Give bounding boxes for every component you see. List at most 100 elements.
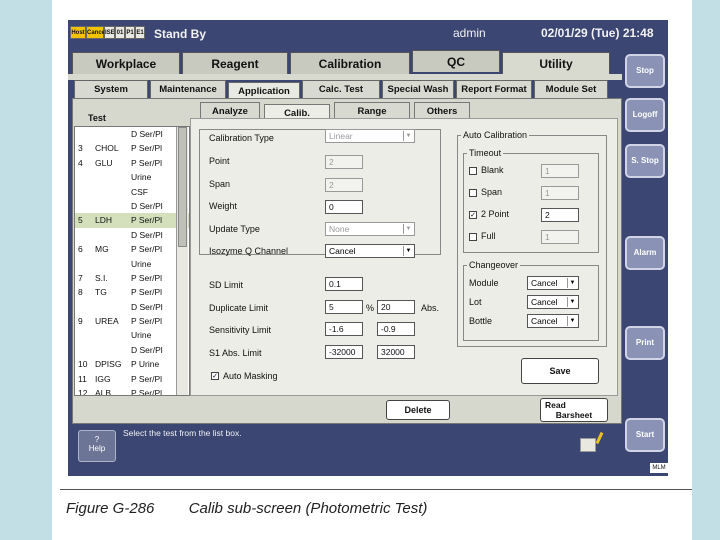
list-item[interactable]: D Ser/Pl <box>75 199 189 213</box>
alarm-button[interactable]: Alarm <box>625 236 665 270</box>
test-number: 12 <box>78 388 88 396</box>
list-item[interactable]: 8 TG P Ser/Pl <box>75 285 189 299</box>
tab-special-wash[interactable]: Special Wash <box>382 80 454 98</box>
print-button[interactable]: Print <box>625 326 665 360</box>
tab-calibration[interactable]: Calibration <box>290 52 410 74</box>
save-button[interactable]: Save <box>521 358 599 384</box>
span-checkbox[interactable] <box>469 189 477 197</box>
list-item[interactable]: Urine <box>75 257 189 271</box>
tab-qc[interactable]: QC <box>412 50 500 72</box>
isozyme-label: Isozyme Q Channel <box>209 246 289 256</box>
tab-reagent[interactable]: Reagent <box>182 52 288 74</box>
list-item[interactable]: D Ser/Pl <box>75 343 189 357</box>
auto-calibration-title: Auto Calibration <box>461 130 530 140</box>
read-barsheet-button[interactable]: Read Barsheet <box>540 398 608 422</box>
start-button[interactable]: Start <box>625 418 665 452</box>
list-item[interactable]: 4 GLU P Ser/Pl <box>75 156 189 170</box>
isozyme-select[interactable]: Cancel ▼ <box>325 244 415 258</box>
tab-range[interactable]: Range <box>334 102 410 119</box>
list-item[interactable]: 11 IGG P Ser/Pl <box>75 372 189 386</box>
scrollbar-thumb[interactable] <box>178 127 187 247</box>
chevron-down-icon: ▼ <box>403 224 413 234</box>
list-item[interactable]: Urine <box>75 328 189 342</box>
delete-button[interactable]: Delete <box>386 400 450 420</box>
s1-abs-limit-low[interactable]: -32000 <box>325 345 363 359</box>
tab-utility[interactable]: Utility <box>502 52 610 74</box>
s1-abs-limit-high[interactable]: 32000 <box>377 345 415 359</box>
duplicate-limit-percent-field[interactable]: 5 <box>325 300 363 314</box>
sample-type: P Ser/Pl <box>131 272 163 283</box>
test-name: IGG <box>95 373 111 384</box>
module-select[interactable]: Cancel ▼ <box>527 276 579 290</box>
figure-number: Figure G-286 <box>66 500 155 517</box>
full-timeout-field[interactable]: 1 <box>541 230 579 244</box>
list-item[interactable]: 7 S.I. P Ser/Pl <box>75 271 189 285</box>
logoff-button[interactable]: Logoff <box>625 98 665 132</box>
list-item[interactable]: 6 MG P Ser/Pl <box>75 242 189 256</box>
tab-others[interactable]: Others <box>414 102 470 119</box>
span-timeout-field[interactable]: 1 <box>541 186 579 200</box>
list-item[interactable]: 9 UREA P Ser/Pl <box>75 314 189 328</box>
list-item[interactable]: D Ser/Pl <box>75 127 189 141</box>
bottle-value: Cancel <box>531 316 558 326</box>
tab-workplace[interactable]: Workplace <box>72 52 180 74</box>
duplicate-limit-abs-field[interactable]: 20 <box>377 300 415 314</box>
list-item[interactable]: 3 CHOL P Ser/Pl <box>75 141 189 155</box>
sample-type: P Ser/Pl <box>131 215 163 226</box>
stop-button[interactable]: Stop <box>625 54 665 88</box>
status-bar: Host Cancel ISE 01 P1 E1 Stand By admin … <box>68 20 668 46</box>
test-name: TG <box>95 287 107 298</box>
blank-checkbox[interactable] <box>469 167 477 175</box>
list-item[interactable]: Urine <box>75 170 189 184</box>
list-item[interactable]: D Ser/Pl <box>75 228 189 242</box>
s-stop-button[interactable]: S. Stop <box>625 144 665 178</box>
test-number: 6 <box>78 244 83 255</box>
blank-label: Blank <box>481 165 504 175</box>
sample-type: Urine <box>131 172 152 183</box>
auto-masking-checkbox[interactable]: ✓ <box>211 372 219 380</box>
list-item[interactable]: CSF <box>75 185 189 199</box>
list-item[interactable]: D Ser/Pl <box>75 300 189 314</box>
test-name: DPISG <box>95 359 122 370</box>
tab-maintenance[interactable]: Maintenance <box>150 80 226 98</box>
two-point-timeout-field[interactable]: 2 <box>541 208 579 222</box>
chevron-down-icon: ▼ <box>567 316 577 326</box>
test-name: ALB <box>95 388 112 396</box>
led-cancel: Cancel <box>86 26 107 39</box>
tab-analyze[interactable]: Analyze <box>200 102 260 119</box>
sample-type: P Ser/Pl <box>131 287 163 298</box>
weight-field[interactable]: 0 <box>325 200 363 214</box>
tab-report-format[interactable]: Report Format <box>456 80 532 98</box>
lot-select[interactable]: Cancel ▼ <box>527 295 579 309</box>
test-list-scrollbar[interactable] <box>176 127 188 395</box>
test-number: 7 <box>78 272 83 283</box>
calibration-group <box>199 129 441 255</box>
sample-type: D Ser/Pl <box>131 200 163 211</box>
chevron-down-icon: ▼ <box>403 246 413 256</box>
tab-system[interactable]: System <box>74 80 148 98</box>
bottle-select[interactable]: Cancel ▼ <box>527 314 579 328</box>
tab-module-set[interactable]: Module Set <box>534 80 608 98</box>
list-item[interactable]: 5 LDH P Ser/Pl <box>75 213 189 228</box>
calibration-type-select[interactable]: Linear ▼ <box>325 129 415 143</box>
test-list[interactable]: D Ser/Pl 3 CHOL P Ser/Pl 4 GLU P Ser/Pl Urine CS… <box>74 126 190 396</box>
help-button[interactable]: ? Help <box>78 430 116 462</box>
point-field[interactable]: 2 <box>325 155 363 169</box>
span-field[interactable]: 2 <box>325 178 363 192</box>
sd-limit-field[interactable]: 0.1 <box>325 277 363 291</box>
help-question-icon: ? <box>94 435 100 444</box>
list-item[interactable]: 12 ALB P Ser/Pl <box>75 386 189 396</box>
monitor-icon[interactable] <box>580 438 596 452</box>
percent-unit: % <box>366 303 375 313</box>
full-checkbox[interactable] <box>469 233 477 241</box>
span-timeout-label: Span <box>481 187 503 197</box>
two-point-checkbox[interactable]: ✓ <box>469 211 477 219</box>
blank-timeout-field[interactable]: 1 <box>541 164 579 178</box>
sensitivity-limit-high[interactable]: -0.9 <box>377 322 415 336</box>
sensitivity-limit-low[interactable]: -1.6 <box>325 322 363 336</box>
list-item[interactable]: 10 DPISG P Urine <box>75 357 189 371</box>
tab-calc-test[interactable]: Calc. Test <box>302 80 380 98</box>
test-list-header: Test <box>88 113 106 123</box>
update-type-select[interactable]: None ▼ <box>325 222 415 236</box>
status-message: Select the test from the list box. <box>123 428 242 438</box>
